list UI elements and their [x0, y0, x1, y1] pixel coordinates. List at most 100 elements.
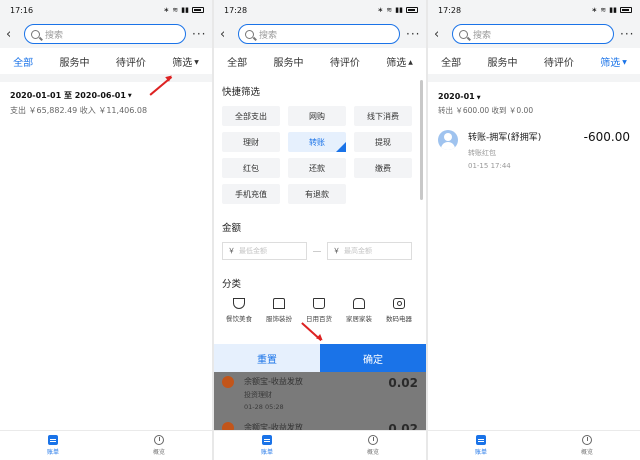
more-icon[interactable]: ···: [406, 27, 420, 41]
category-title: 分类: [222, 279, 242, 290]
back-icon[interactable]: ‹: [434, 27, 448, 42]
top-bar: ‹ 搜索 ···: [214, 20, 426, 48]
bill-icon: [47, 435, 58, 445]
tab-bar: 全部 服务中 待评价 筛选 ▼: [428, 48, 640, 74]
list-item: 余额宝-收益发放 投资理财 01-28 05:28 0.02: [222, 376, 418, 411]
nav-bill[interactable]: 账单: [475, 435, 487, 456]
category-item[interactable]: 餐饮美食: [226, 298, 252, 323]
quick-filter-option[interactable]: 全部支出: [222, 106, 280, 126]
nav-overview[interactable]: 概览: [581, 435, 593, 456]
tab-filter-label: 筛选: [386, 57, 407, 69]
category-item[interactable]: 日用百货: [306, 298, 332, 323]
status-bar: 17:16 ∗ ≋ ▮▮: [0, 0, 212, 20]
nav-bill[interactable]: 账单: [261, 435, 273, 456]
quick-filter-option[interactable]: 手机充值: [222, 184, 280, 204]
more-icon[interactable]: ···: [620, 27, 634, 41]
quick-filter-option[interactable]: 有退款: [288, 184, 346, 204]
list-item-title: 余额宝-收益发放: [244, 377, 303, 386]
overview-icon: [581, 435, 592, 445]
quick-filter-option[interactable]: 还款: [288, 158, 346, 178]
tab-filter[interactable]: 筛选 ▼: [600, 54, 627, 69]
quick-filter-option[interactable]: 线下消费: [354, 106, 412, 126]
top-bar: ‹ 搜索 ···: [428, 20, 640, 48]
search-input[interactable]: 搜索: [452, 24, 614, 44]
scrollbar[interactable]: [420, 80, 423, 200]
month-selector[interactable]: 2020-01 ▼: [438, 92, 630, 101]
search-icon: [245, 29, 254, 39]
divider: [0, 74, 212, 82]
max-amount-field[interactable]: ￥ 最高金额: [327, 242, 412, 260]
list-item-amount: 0.02: [388, 376, 418, 390]
list-item-title: 余额宝-收益发放: [244, 423, 303, 430]
quick-filter-option-selected[interactable]: 转账: [288, 132, 346, 152]
min-amount-placeholder: 最低金额: [239, 247, 267, 255]
caret-down-icon: ▼: [194, 59, 199, 66]
overview-icon: [367, 435, 378, 445]
nav-overview[interactable]: 概览: [367, 435, 379, 456]
tab-all[interactable]: 全部: [13, 54, 33, 69]
transaction-item[interactable]: 转账-拥军(舒拥军) 转账红包 01-15 17:44 -600.00: [428, 116, 640, 170]
tab-to-review[interactable]: 待评价: [330, 54, 360, 69]
nav-bill[interactable]: 账单: [47, 435, 59, 456]
min-amount-field[interactable]: ￥ 最低金额: [222, 242, 307, 260]
category-label: 日用百货: [306, 315, 332, 323]
confirm-button[interactable]: 确定: [320, 344, 426, 372]
status-icons: ∗ ≋ ▮▮: [592, 6, 632, 14]
bowl-icon: [233, 298, 245, 309]
back-icon[interactable]: ‹: [220, 27, 234, 42]
list-item-sub: 投资理财: [244, 391, 272, 399]
bottom-nav: 账单 概览: [0, 430, 212, 460]
quick-filter-option[interactable]: 提现: [354, 132, 412, 152]
bottom-nav: 账单 概览: [428, 430, 640, 460]
signal-icon: ▮▮: [181, 6, 189, 14]
screen-bill-list: 17:16 ∗ ≋ ▮▮ ‹ 搜索 ··· 全部 服务中 待评价 筛选 ▼ 202…: [0, 0, 212, 460]
month-summary: 2020-01 ▼ 转出 ￥600.00 收到 ￥0.00: [428, 82, 640, 116]
quick-filter-option[interactable]: 缴费: [354, 158, 412, 178]
tab-in-service[interactable]: 服务中: [274, 54, 304, 69]
tab-filter[interactable]: 筛选 ▲: [386, 54, 413, 69]
tab-in-service[interactable]: 服务中: [60, 54, 90, 69]
sofa-icon: [353, 298, 365, 309]
battery-icon: [620, 7, 632, 13]
search-input[interactable]: 搜索: [238, 24, 400, 44]
category-item[interactable]: 服饰装扮: [266, 298, 292, 323]
quick-filter-option[interactable]: 网购: [288, 106, 346, 126]
back-icon[interactable]: ‹: [6, 27, 20, 42]
tab-all[interactable]: 全部: [227, 54, 247, 69]
caret-down-icon: ▼: [476, 95, 481, 101]
more-icon[interactable]: ···: [192, 27, 206, 41]
month-text: 2020-01: [438, 92, 475, 101]
yuebao-icon: [222, 376, 234, 388]
tab-filter[interactable]: 筛选 ▼: [172, 54, 199, 69]
transaction-title: 转账-拥军(舒拥军): [468, 133, 542, 143]
tab-all[interactable]: 全部: [441, 54, 461, 69]
category-label: 数码电器: [386, 315, 412, 323]
nav-overview-label: 概览: [580, 449, 593, 456]
overview-icon: [153, 435, 164, 445]
caret-up-icon: ▲: [408, 59, 413, 66]
shirt-icon: [273, 298, 285, 309]
category-label: 家居家装: [346, 315, 372, 323]
tab-bar: 全部 服务中 待评价 筛选 ▲: [214, 48, 426, 74]
avatar: [438, 130, 458, 150]
bottom-nav: 账单 概览: [214, 430, 426, 460]
category-item[interactable]: 家居家装: [346, 298, 372, 323]
transaction-text: 转账-拥军(舒拥军) 转账红包 01-15 17:44: [468, 130, 541, 170]
tab-filter-label: 筛选: [172, 57, 193, 69]
tab-in-service[interactable]: 服务中: [488, 54, 518, 69]
quick-filter-option[interactable]: 理财: [222, 132, 280, 152]
bill-icon: [261, 435, 272, 445]
date-range-selector[interactable]: 2020-01-01 至 2020-06-01 ▼: [10, 90, 202, 101]
status-icons: ∗ ≋ ▮▮: [164, 6, 204, 14]
category-item[interactable]: 数码电器: [386, 298, 412, 323]
dimmed-background-list[interactable]: 余额宝-收益发放 投资理财 01-28 05:28 0.02 余额宝-收益发放 …: [214, 372, 426, 430]
tab-to-review[interactable]: 待评价: [544, 54, 574, 69]
search-input[interactable]: 搜索: [24, 24, 186, 44]
reset-button[interactable]: 重置: [214, 344, 320, 372]
range-dash: [313, 250, 321, 252]
nav-overview[interactable]: 概览: [153, 435, 165, 456]
amount-range: ￥ 最低金额 ￥ 最高金额: [222, 242, 418, 260]
battery-icon: [192, 7, 204, 13]
quick-filter-option[interactable]: 红包: [222, 158, 280, 178]
tab-to-review[interactable]: 待评价: [116, 54, 146, 69]
